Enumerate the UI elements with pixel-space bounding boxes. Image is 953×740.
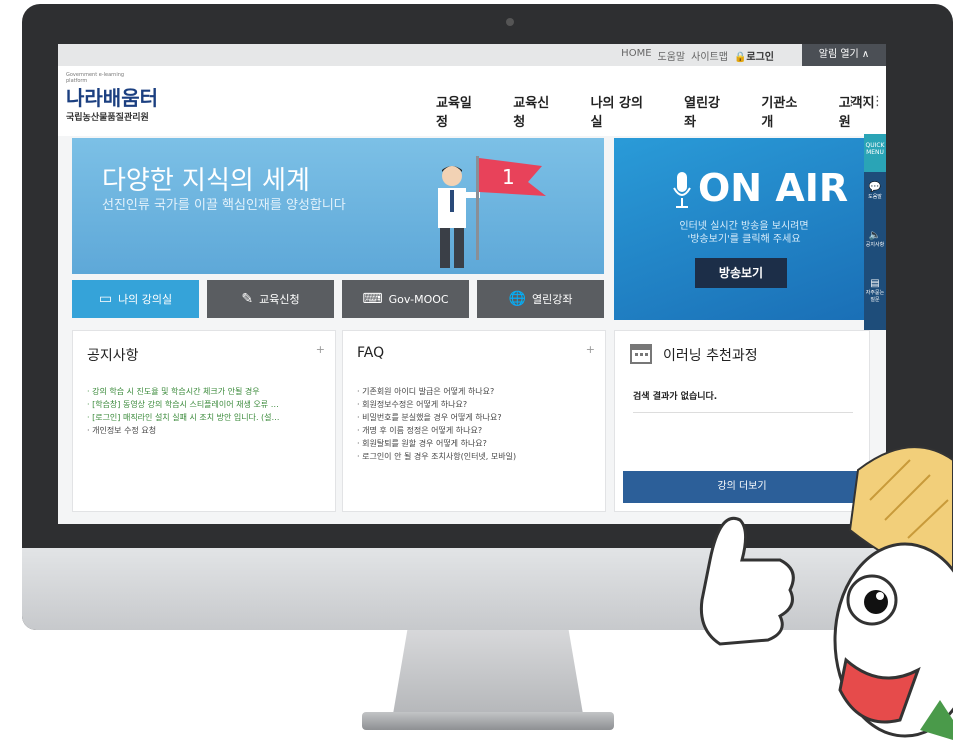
speaker-icon: 🔈 bbox=[868, 230, 882, 241]
org-name: 국립농산물품질관리원 bbox=[66, 113, 149, 123]
quick-faq-button[interactable]: ▤ 자주묻는 질문 bbox=[864, 278, 886, 303]
list-item[interactable]: · 회원정보수정은 어떻게 하나요? bbox=[357, 398, 595, 411]
all-menu-icon[interactable]: ⋮⋮⋮ bbox=[845, 94, 884, 109]
tab-apply[interactable]: ✎ 교육신청 bbox=[207, 280, 334, 318]
nav-about[interactable]: 기관소개 bbox=[761, 92, 808, 130]
edit-icon: ✎ bbox=[241, 291, 254, 307]
help-link[interactable]: 도움말 bbox=[658, 48, 686, 63]
onair-description: 인터넷 실시간 방송을 보시려면 '방송보기'를 클릭해 주세요 bbox=[679, 221, 809, 245]
login-link[interactable]: 🔒로그인 bbox=[734, 48, 774, 63]
mascot-illustration bbox=[699, 446, 953, 740]
microphone-icon bbox=[673, 172, 691, 208]
list-item[interactable]: · 개인정보 수정 요청 bbox=[87, 424, 325, 437]
main-nav: 교육일정 교육신청 나의 강의실 열린강좌 기관소개 고객지원 bbox=[436, 92, 886, 130]
watch-broadcast-button[interactable]: 방송보기 bbox=[695, 258, 787, 288]
quick-notice-button[interactable]: 🔈 공지사항 bbox=[864, 230, 886, 248]
plus-icon[interactable]: + bbox=[316, 343, 325, 356]
flag-illustration: 1 bbox=[476, 156, 546, 260]
tab-my-classroom[interactable]: ▭ 나의 강의실 bbox=[72, 280, 199, 318]
tab-open-lectures[interactable]: 🌐 열린강좌 bbox=[477, 280, 604, 318]
globe-icon: 🌐 bbox=[508, 291, 526, 307]
banner-subtitle: 선진인류 국가를 이끌 핵심인재를 양성합니다 bbox=[102, 198, 346, 213]
chat-icon: 💬 bbox=[868, 182, 882, 193]
nav-apply[interactable]: 교육신청 bbox=[513, 92, 560, 130]
chevron-up-icon: ∧ bbox=[861, 49, 870, 60]
lock-icon: 🔒 bbox=[733, 52, 747, 63]
main-banner[interactable]: 다양한 지식의 세계 선진인류 국가를 이끌 핵심인재를 양성합니다 1 bbox=[72, 138, 604, 274]
notice-title: 공지사항 bbox=[87, 348, 139, 364]
list-item[interactable]: · [로그인] 매직라인 설치 실패 시 조치 방안 입니다. (설… bbox=[87, 411, 325, 424]
list-item[interactable]: · [학습창] 동영상 강의 학습시 스티플레이어 재생 오류 … bbox=[87, 398, 325, 411]
list-item[interactable]: · 강의 학습 시 진도율 및 학습시간 체크가 안될 경우 bbox=[87, 385, 325, 398]
sitemap-link[interactable]: 사이트맵 bbox=[691, 48, 728, 63]
site-header: Government e-learning platform 나라배움터 국립농… bbox=[58, 66, 886, 136]
onair-panel: ON AIR 인터넷 실시간 방송을 보시려면 '방송보기'를 클릭해 주세요 … bbox=[614, 138, 868, 320]
notice-panel: 공지사항 + · 강의 학습 시 진도율 및 학습시간 체크가 안될 경우 · … bbox=[72, 330, 336, 512]
quick-menu: QUICK MENU 💬 도움말 🔈 공지사항 ▤ 자주묻는 질문 bbox=[864, 134, 886, 330]
empty-result-text: 검색 결과가 없습니다. bbox=[633, 389, 853, 413]
list-item[interactable]: · 비밀번호를 분실했을 경우 어떻게 하나요? bbox=[357, 411, 595, 424]
notice-list: · 강의 학습 시 진도율 및 학습시간 체크가 안될 경우 · [학습창] 동… bbox=[87, 385, 325, 437]
flag-number: 1 bbox=[502, 165, 515, 189]
quick-help-button[interactable]: 💬 도움말 bbox=[864, 182, 886, 200]
monitor-icon: ▭ bbox=[98, 291, 113, 307]
plus-icon[interactable]: + bbox=[586, 343, 595, 356]
camera-icon bbox=[506, 18, 514, 26]
tab-gov-mooc[interactable]: ⌨ Gov-MOOC bbox=[342, 280, 469, 318]
onair-title: ON AIR bbox=[698, 166, 849, 210]
quick-menu-header: QUICK MENU bbox=[864, 134, 886, 172]
faq-title: FAQ bbox=[357, 345, 385, 361]
list-item[interactable]: · 개명 후 이름 정정은 어떻게 하나요? bbox=[357, 424, 595, 437]
utility-bar: HOME 도움말 사이트맵 🔒로그인 알림 열기 ∧ bbox=[58, 44, 886, 66]
list-item[interactable]: · 로그인이 안 될 경우 조치사항(인터넷, 모바일) bbox=[357, 450, 595, 463]
monitor-base bbox=[362, 712, 614, 730]
laptop-icon: ⌨ bbox=[362, 291, 383, 307]
utility-nav: HOME 도움말 사이트맵 🔒로그인 bbox=[621, 48, 774, 63]
alarm-toggle-button[interactable]: 알림 열기 ∧ bbox=[802, 44, 886, 66]
site-logo[interactable]: 나라배움터 bbox=[66, 82, 158, 111]
faq-panel: FAQ + · 기존회원 아이디 발급은 어떻게 하나요? · 회원정보수정은 … bbox=[342, 330, 606, 512]
home-link[interactable]: HOME bbox=[621, 48, 651, 63]
monitor-stand bbox=[392, 630, 584, 720]
nav-my-classroom[interactable]: 나의 강의실 bbox=[591, 92, 655, 130]
recommend-title: 이러닝 추천과정 bbox=[663, 348, 758, 364]
banner-title: 다양한 지식의 세계 bbox=[102, 166, 310, 196]
list-item[interactable]: · 기존회원 아이디 발급은 어떻게 하나요? bbox=[357, 385, 595, 398]
shortcut-tabs: ▭ 나의 강의실 ✎ 교육신청 ⌨ Gov-MOOC 🌐 열린강좌 bbox=[72, 280, 604, 318]
nav-open-lectures[interactable]: 열린강좌 bbox=[684, 92, 731, 130]
faq-icon: ▤ bbox=[870, 278, 880, 289]
list-item[interactable]: · 회원탈퇴를 원할 경우 어떻게 하나요? bbox=[357, 437, 595, 450]
calendar-icon bbox=[630, 344, 652, 364]
faq-list: · 기존회원 아이디 발급은 어떻게 하나요? · 회원정보수정은 어떻게 하나… bbox=[357, 385, 595, 463]
nav-schedule[interactable]: 교육일정 bbox=[436, 92, 483, 130]
